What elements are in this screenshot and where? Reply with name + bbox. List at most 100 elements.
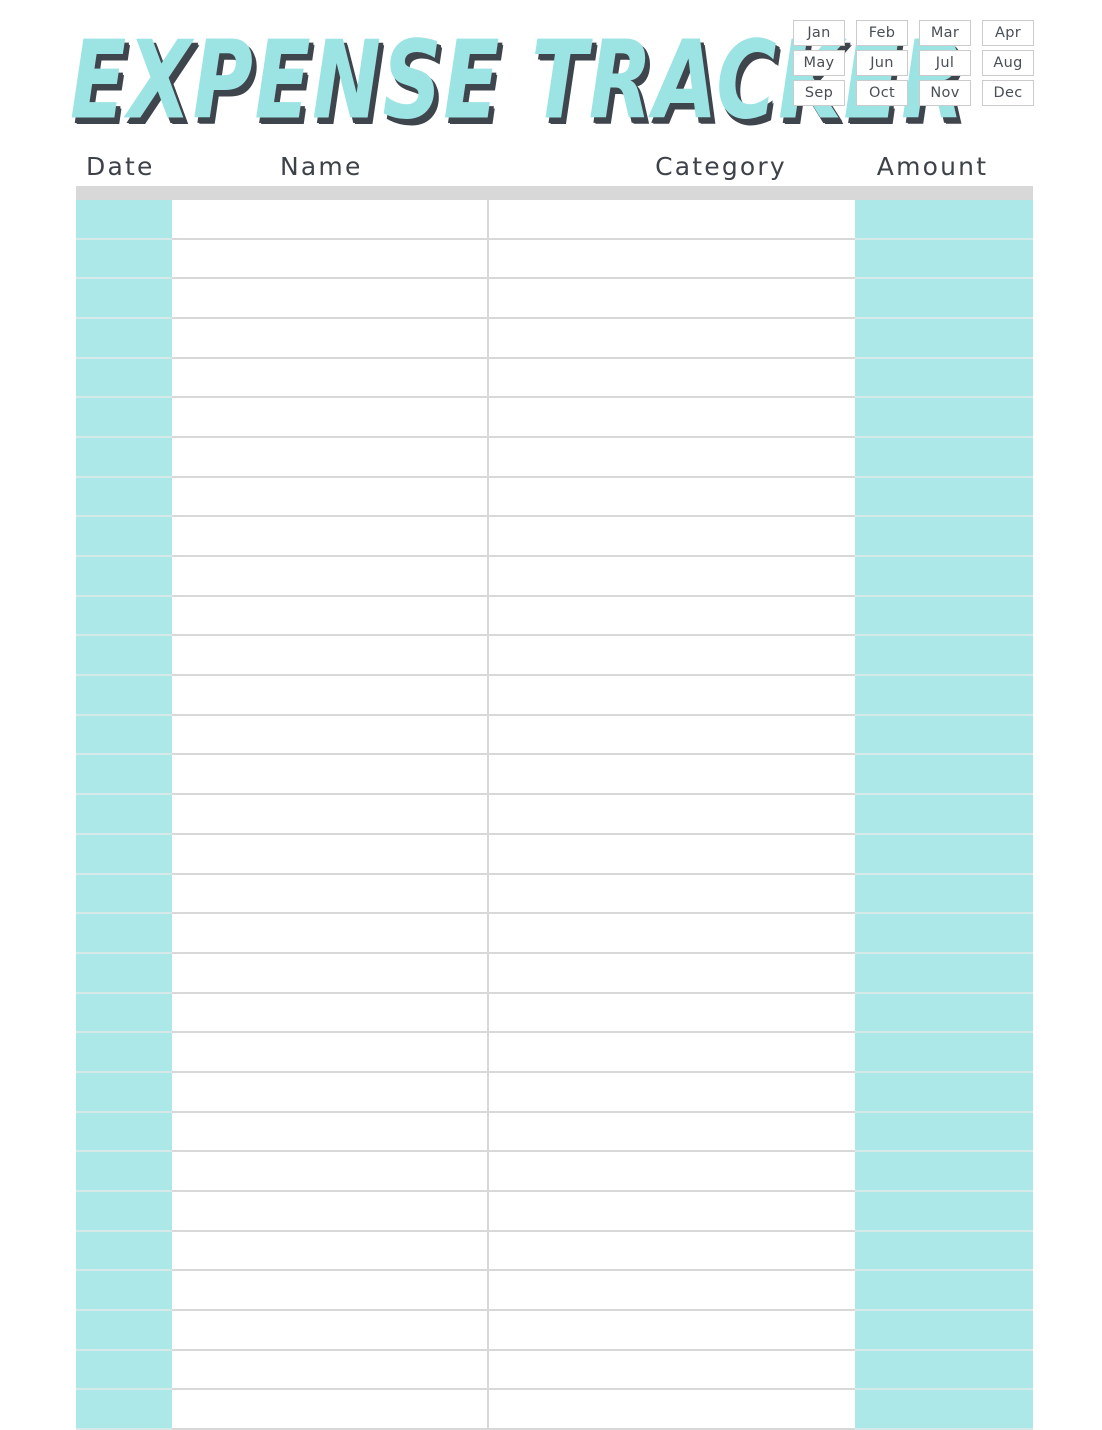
cell-cat[interactable] [489, 875, 855, 915]
cell-name[interactable] [172, 994, 487, 1034]
cell-amount[interactable] [855, 954, 1033, 994]
cell-amount[interactable] [855, 597, 1033, 637]
cell-name[interactable] [172, 835, 487, 875]
cell-date[interactable] [76, 557, 172, 597]
cell-name[interactable] [172, 676, 487, 716]
cell-name[interactable] [172, 1073, 487, 1113]
month-button-dec[interactable]: Dec [982, 80, 1034, 106]
cell-name[interactable] [172, 795, 487, 835]
cell-cat[interactable] [489, 1390, 855, 1430]
cell-amount[interactable] [855, 914, 1033, 954]
cell-amount[interactable] [855, 676, 1033, 716]
cell-cat[interactable] [489, 319, 855, 359]
month-button-sep[interactable]: Sep [793, 80, 845, 106]
cell-amount[interactable] [855, 438, 1033, 478]
cell-name[interactable] [172, 359, 487, 399]
cell-amount[interactable] [855, 1390, 1033, 1430]
cell-name[interactable] [172, 1311, 487, 1351]
cell-cat[interactable] [489, 597, 855, 637]
cell-amount[interactable] [855, 200, 1033, 240]
month-button-jun[interactable]: Jun [856, 50, 908, 76]
cell-date[interactable] [76, 359, 172, 399]
cell-date[interactable] [76, 914, 172, 954]
cell-amount[interactable] [855, 1232, 1033, 1272]
cell-amount[interactable] [855, 1311, 1033, 1351]
cell-name[interactable] [172, 1152, 487, 1192]
cell-date[interactable] [76, 1351, 172, 1391]
cell-amount[interactable] [855, 716, 1033, 756]
cell-date[interactable] [76, 795, 172, 835]
cell-name[interactable] [172, 1192, 487, 1232]
cell-date[interactable] [76, 1192, 172, 1232]
cell-cat[interactable] [489, 1311, 855, 1351]
cell-name[interactable] [172, 398, 487, 438]
cell-amount[interactable] [855, 835, 1033, 875]
month-button-jan[interactable]: Jan [793, 20, 845, 46]
cell-name[interactable] [172, 954, 487, 994]
cell-date[interactable] [76, 1390, 172, 1430]
cell-name[interactable] [172, 636, 487, 676]
cell-date[interactable] [76, 1073, 172, 1113]
cell-name[interactable] [172, 1033, 487, 1073]
cell-cat[interactable] [489, 1232, 855, 1272]
cell-name[interactable] [172, 1390, 487, 1430]
cell-name[interactable] [172, 1232, 487, 1272]
cell-amount[interactable] [855, 359, 1033, 399]
month-button-feb[interactable]: Feb [856, 20, 908, 46]
cell-amount[interactable] [855, 1271, 1033, 1311]
cell-date[interactable] [76, 1232, 172, 1272]
cell-date[interactable] [76, 478, 172, 518]
cell-name[interactable] [172, 1271, 487, 1311]
month-button-aug[interactable]: Aug [982, 50, 1034, 76]
cell-cat[interactable] [489, 835, 855, 875]
cell-cat[interactable] [489, 557, 855, 597]
cell-cat[interactable] [489, 438, 855, 478]
cell-amount[interactable] [855, 279, 1033, 319]
cell-date[interactable] [76, 319, 172, 359]
cell-amount[interactable] [855, 1113, 1033, 1153]
cell-date[interactable] [76, 1271, 172, 1311]
cell-cat[interactable] [489, 398, 855, 438]
cell-date[interactable] [76, 875, 172, 915]
cell-cat[interactable] [489, 279, 855, 319]
cell-cat[interactable] [489, 914, 855, 954]
cell-cat[interactable] [489, 1271, 855, 1311]
month-button-apr[interactable]: Apr [982, 20, 1034, 46]
cell-amount[interactable] [855, 1192, 1033, 1232]
month-button-jul[interactable]: Jul [919, 50, 971, 76]
cell-name[interactable] [172, 557, 487, 597]
cell-cat[interactable] [489, 1073, 855, 1113]
cell-amount[interactable] [855, 557, 1033, 597]
cell-cat[interactable] [489, 954, 855, 994]
cell-cat[interactable] [489, 1113, 855, 1153]
cell-name[interactable] [172, 319, 487, 359]
cell-name[interactable] [172, 438, 487, 478]
cell-amount[interactable] [855, 1073, 1033, 1113]
cell-amount[interactable] [855, 1351, 1033, 1391]
cell-date[interactable] [76, 1033, 172, 1073]
cell-name[interactable] [172, 1351, 487, 1391]
cell-cat[interactable] [489, 716, 855, 756]
cell-name[interactable] [172, 914, 487, 954]
cell-cat[interactable] [489, 240, 855, 280]
cell-cat[interactable] [489, 1033, 855, 1073]
cell-cat[interactable] [489, 636, 855, 676]
cell-cat[interactable] [489, 359, 855, 399]
cell-date[interactable] [76, 835, 172, 875]
cell-name[interactable] [172, 200, 487, 240]
month-button-may[interactable]: May [793, 50, 845, 76]
cell-date[interactable] [76, 755, 172, 795]
cell-date[interactable] [76, 200, 172, 240]
cell-cat[interactable] [489, 795, 855, 835]
cell-name[interactable] [172, 755, 487, 795]
cell-date[interactable] [76, 1311, 172, 1351]
cell-date[interactable] [76, 716, 172, 756]
cell-date[interactable] [76, 398, 172, 438]
cell-cat[interactable] [489, 517, 855, 557]
cell-name[interactable] [172, 1113, 487, 1153]
cell-cat[interactable] [489, 1152, 855, 1192]
cell-date[interactable] [76, 1113, 172, 1153]
cell-date[interactable] [76, 994, 172, 1034]
cell-amount[interactable] [855, 517, 1033, 557]
cell-name[interactable] [172, 240, 487, 280]
